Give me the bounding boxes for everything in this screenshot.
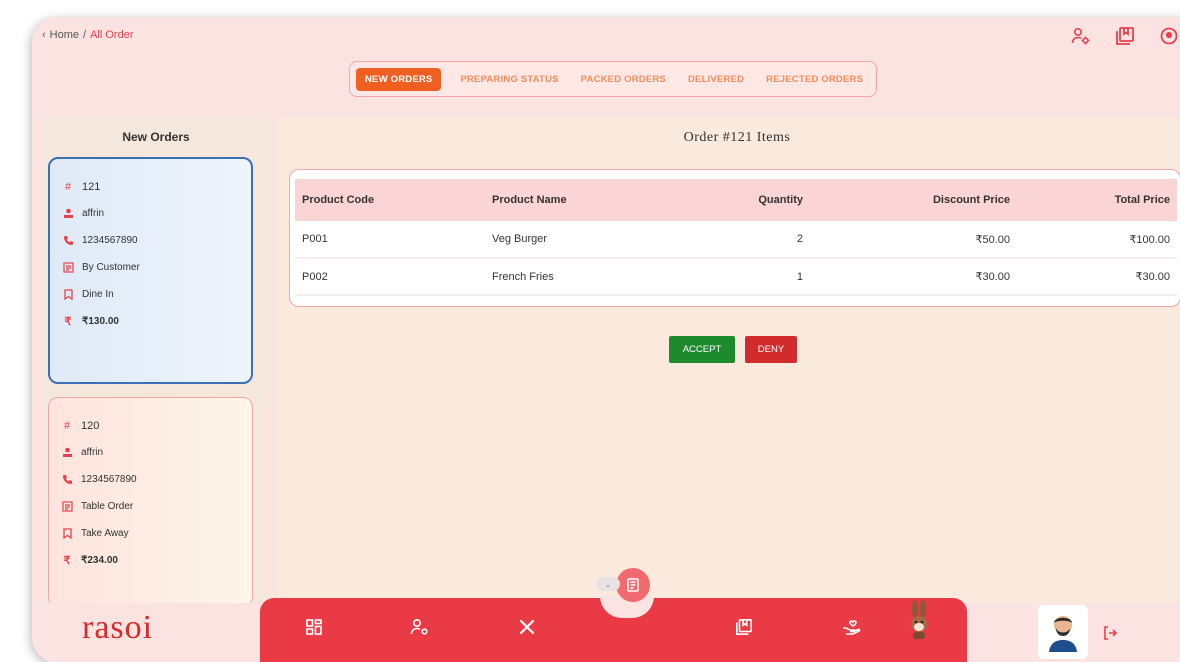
hash-icon: # xyxy=(64,180,72,193)
tab-rejected-orders[interactable]: REJECTED ORDERS xyxy=(757,68,872,91)
quantity: 1 xyxy=(675,258,810,296)
source-row: Table Order xyxy=(61,493,240,520)
customer-row: affrin xyxy=(61,439,240,466)
order-detail-panel: Order #121 Items Product Code Product Na… xyxy=(277,117,1180,603)
avatar[interactable] xyxy=(1038,605,1088,659)
book-icon[interactable] xyxy=(1114,25,1136,47)
phone-icon xyxy=(61,474,73,485)
order-id-row: #120 xyxy=(61,412,240,439)
phone-row: 1234567890 xyxy=(62,227,239,254)
total-row: ₹ ₹234.00 xyxy=(61,547,240,574)
customer-row: affrin xyxy=(62,200,239,227)
table-header-row: Product Code Product Name Quantity Disco… xyxy=(295,179,1177,221)
order-type: Dine In xyxy=(82,289,114,300)
tab-new-orders[interactable]: NEW ORDERS xyxy=(356,67,442,91)
order-total: ₹130.00 xyxy=(82,316,119,327)
table-row: P002 French Fries 1 ₹30.00 ₹30.00 xyxy=(295,258,1177,296)
type-row: Dine In xyxy=(62,281,239,308)
order-items-table-container: Product Code Product Name Quantity Disco… xyxy=(289,169,1180,307)
tab-packed-orders[interactable]: PACKED ORDERS xyxy=(572,68,675,91)
breadcrumb-separator: / xyxy=(83,29,87,41)
order-card-selected[interactable]: #121 affrin 1234567890 By Customer Dine … xyxy=(48,157,253,384)
orders-list-panel: New Orders #121 affrin 1234567890 By Cus… xyxy=(42,117,270,607)
column-header: Product Name xyxy=(492,194,567,206)
phone-icon xyxy=(62,235,74,246)
mascot-icon xyxy=(904,600,934,640)
order-title: Order #121 Items xyxy=(683,130,791,145)
user-settings-icon[interactable] xyxy=(409,616,431,638)
bottom-navigation: ⌄ xyxy=(260,568,967,662)
rupee-icon: ₹ xyxy=(64,316,72,328)
tab-delivered[interactable]: DELIVERED xyxy=(679,68,753,91)
total-price: ₹30.00 xyxy=(1017,258,1177,296)
order-total: ₹234.00 xyxy=(81,555,118,566)
deny-button[interactable]: DENY xyxy=(745,336,797,363)
orders-list-title: New Orders xyxy=(122,130,190,144)
order-type: Take Away xyxy=(81,528,129,539)
phone-number: 1234567890 xyxy=(81,474,137,485)
order-source: Table Order xyxy=(81,501,134,512)
hash-icon: # xyxy=(63,419,71,432)
top-bar: ‹ Home / All Order NEW ORDERS PREPARING … xyxy=(32,17,1180,117)
chevron-down-icon[interactable]: ⌄ xyxy=(596,577,620,591)
product-name: Veg Burger xyxy=(485,221,675,259)
user-icon xyxy=(62,208,74,219)
total-price: ₹100.00 xyxy=(1017,221,1177,259)
product-name: French Fries xyxy=(485,258,675,296)
order-source: By Customer xyxy=(82,262,140,273)
product-code: P002 xyxy=(295,258,485,296)
location-icon[interactable] xyxy=(1158,25,1180,47)
breadcrumb-home[interactable]: Home xyxy=(50,29,79,41)
user-settings-icon[interactable] xyxy=(1070,25,1092,47)
cart-fab-icon[interactable] xyxy=(616,568,650,602)
column-header: Quantity xyxy=(758,194,803,206)
brand-logo: rasoi xyxy=(82,609,154,646)
tab-preparing-status[interactable]: PREPARING STATUS xyxy=(451,68,567,91)
customer-name: affrin xyxy=(81,447,104,458)
hand-heart-icon[interactable] xyxy=(840,616,862,638)
order-id: 121 xyxy=(82,180,101,193)
app-window: ‹ Home / All Order NEW ORDERS PREPARING … xyxy=(32,17,1180,662)
accept-button[interactable]: ACCEPT xyxy=(669,336,735,363)
type-row: Take Away xyxy=(61,520,240,547)
order-actions: ACCEPT DENY xyxy=(669,336,797,363)
order-id: 120 xyxy=(81,419,100,432)
column-header: Total Price xyxy=(1114,194,1170,206)
top-icon-group xyxy=(1070,25,1180,47)
utensils-icon[interactable] xyxy=(516,616,538,638)
phone-row: 1234567890 xyxy=(61,466,240,493)
total-row: ₹ ₹130.00 xyxy=(62,308,239,335)
menu-list-icon xyxy=(62,262,74,273)
table-row: P001 Veg Burger 2 ₹50.00 ₹100.00 xyxy=(295,221,1177,259)
breadcrumb-current: All Order xyxy=(90,29,134,41)
discount-price: ₹30.00 xyxy=(810,258,1017,296)
order-card[interactable]: #120 affrin 1234567890 Table Order Take … xyxy=(48,397,253,607)
dashboard-icon[interactable] xyxy=(303,616,325,638)
bottom-bar: rasoi ⌄ xyxy=(32,568,1180,662)
order-id-row: #121 xyxy=(62,173,239,200)
logout-icon[interactable] xyxy=(1102,625,1118,641)
customer-name: affrin xyxy=(82,208,105,219)
rupee-icon: ₹ xyxy=(63,555,71,567)
order-status-tabs: NEW ORDERS PREPARING STATUS PACKED ORDER… xyxy=(349,61,877,97)
phone-number: 1234567890 xyxy=(82,235,138,246)
menu-list-icon xyxy=(61,501,73,512)
product-code: P001 xyxy=(295,221,485,259)
order-items-table: Product Code Product Name Quantity Disco… xyxy=(295,179,1177,296)
discount-price: ₹50.00 xyxy=(810,221,1017,259)
breadcrumb: ‹ Home / All Order xyxy=(42,29,133,41)
column-header: Product Code xyxy=(302,194,375,206)
bookmark-icon xyxy=(61,528,73,539)
book-icon[interactable] xyxy=(733,616,755,638)
bookmark-icon xyxy=(62,289,74,300)
user-icon xyxy=(61,447,73,458)
chevron-left-icon[interactable]: ‹ xyxy=(42,29,46,41)
quantity: 2 xyxy=(675,221,810,259)
column-header: Discount Price xyxy=(932,194,1010,206)
source-row: By Customer xyxy=(62,254,239,281)
